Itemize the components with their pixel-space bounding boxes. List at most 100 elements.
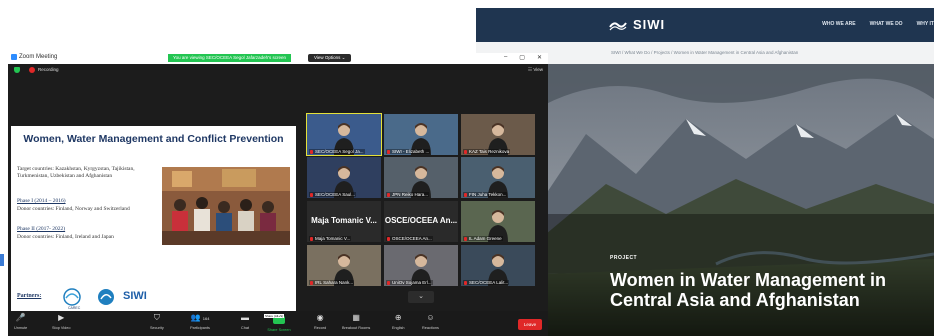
close-icon[interactable]: ✕ — [537, 54, 542, 61]
globe-icon: ⊕ — [394, 313, 402, 322]
record-button[interactable]: ◉ Record — [314, 313, 327, 331]
muted-mic-icon — [387, 192, 390, 197]
unmute-button[interactable]: 🎤 Unmute — [14, 314, 28, 331]
participant-name-label: FIN Juha Tekkon... — [463, 192, 508, 197]
participant-name: SIWI - Elizabeth ... — [392, 149, 430, 154]
participant-name-label: SIWI - Elizabeth ... — [386, 149, 431, 154]
participant-name: SEC/OCEEA Saul... — [315, 192, 356, 197]
participant-tile[interactable]: SIWI - Elizabeth ... — [384, 114, 458, 155]
leave-button[interactable]: Leave — [518, 319, 542, 330]
participant-tile[interactable]: UniOv Sojama Erl... — [384, 245, 458, 286]
language-button[interactable]: ⊕ English — [392, 313, 404, 331]
security-shield-icon[interactable] — [14, 67, 20, 73]
share-shortcut-badge: Share (Alt+S) — [264, 314, 285, 318]
participant-name-label: IRL Sahara Nank... — [309, 280, 355, 285]
participant-name: KAZ Tais Reznikova — [469, 149, 510, 154]
participant-tile[interactable]: Maja Tomanic V... Maja Tomanic V... — [307, 201, 381, 242]
participant-tile[interactable]: OSCE/OCEEA An... OSCE/OCEEA An... — [384, 201, 458, 242]
conference-photo — [162, 167, 290, 245]
muted-mic-icon — [310, 149, 313, 154]
reactions-button[interactable]: ☺ Reactions — [422, 313, 439, 331]
minimize-icon[interactable]: – — [504, 54, 507, 61]
carec-label: CAREC — [68, 306, 81, 310]
slide-phase2-donors: Donor countries: Finland, Ireland and Ja… — [17, 234, 114, 240]
participant-name-label: UniOv Sojama Erl... — [386, 280, 433, 285]
participant-name-label: Maja Tomanic V... — [309, 236, 352, 241]
participants-button[interactable]: 👥 164 Participants — [188, 314, 212, 331]
menu-what-we-do[interactable]: WHAT WE DO — [870, 21, 903, 27]
participants-count: 164 — [202, 316, 210, 321]
stop-video-button[interactable]: ▶ Stop Video — [52, 314, 71, 331]
participant-tile[interactable]: KAZ Tais Reznikova — [461, 114, 535, 155]
screen-share-banner: You are viewing SEC/OCEEA Segol Jafarzad… — [168, 54, 292, 62]
muted-mic-icon — [387, 280, 390, 285]
gallery-scroll-down-button[interactable]: ⌄ — [408, 291, 434, 303]
participant-name: IL Adam Greene — [469, 236, 502, 241]
participant-name: OSCE/OCEEA An... — [392, 236, 432, 241]
slide-phase2-heading: Phase II (2017- 2022) — [17, 226, 66, 232]
unmute-label: Unmute — [14, 326, 28, 330]
muted-mic-icon — [310, 236, 313, 241]
background-window-edge — [0, 254, 4, 266]
view-options-button[interactable]: View Options ⌄ — [308, 54, 352, 62]
participant-tile[interactable]: SEC/OCEEA Saul... — [307, 157, 381, 198]
participant-name-label: JPN Reiko Hara... — [386, 192, 430, 197]
recording-label: Recording — [38, 67, 59, 72]
hero-kicker: PROJECT — [610, 255, 638, 261]
window-title-text: Zoom Meeting — [19, 54, 58, 60]
participant-name: Maja Tomanic V... — [315, 236, 351, 241]
muted-mic-icon — [464, 192, 467, 197]
slide-siwi-logo: SIWI — [123, 290, 147, 302]
muted-mic-icon — [310, 280, 313, 285]
zoom-titlebar: Zoom Meeting You are viewing SEC/OCEEA S… — [8, 53, 548, 64]
muted-mic-icon — [464, 280, 467, 285]
view-button[interactable]: ☷ View — [528, 67, 543, 73]
participant-name-label: SEC/OCEEA Lalit... — [463, 280, 510, 285]
wave-logo-icon — [609, 21, 627, 30]
record-label: Record — [314, 326, 327, 330]
siwi-logo-text: SIWI — [633, 17, 666, 32]
desktop-collage: SIWI WHO WE ARE WHAT WE DO WHY IT SIWI /… — [0, 0, 934, 336]
slide-title: Women, Water Management and Conflict Pre… — [23, 133, 284, 145]
chat-button[interactable]: ▬ Chat — [240, 314, 250, 331]
slide-target-countries: Target countries: Kazakhstan, Kyrgyzstan… — [17, 166, 135, 179]
shield-icon: ⛉ — [153, 313, 160, 322]
participant-name: JPN Reiko Hara... — [392, 192, 429, 197]
menu-why-it[interactable]: WHY IT — [917, 21, 934, 27]
record-icon: ◉ — [316, 313, 324, 322]
siwi-navbar: SIWI WHO WE ARE WHAT WE DO WHY IT — [476, 8, 934, 42]
carec-logo-icon — [63, 288, 81, 306]
participant-tile[interactable]: IL Adam Greene — [461, 201, 535, 242]
breakout-rooms-label: Breakout Rooms — [342, 326, 371, 330]
security-button[interactable]: ⛉ Security — [150, 313, 164, 331]
participant-tile[interactable]: FIN Juha Tekkon... — [461, 157, 535, 198]
breakout-rooms-button[interactable]: ▦ Breakout Rooms — [342, 314, 371, 331]
participant-tile[interactable]: IRL Sahara Nank... — [307, 245, 381, 286]
participant-name: UniOv Sojama Erl... — [392, 280, 432, 285]
maximize-icon[interactable]: ▢ — [519, 54, 525, 61]
muted-mic-icon — [387, 149, 390, 154]
smiley-icon: ☺ — [426, 313, 435, 322]
siwi-logo[interactable]: SIWI — [609, 17, 665, 32]
slide-phase1-heading: Phase I (2014 – 2016) — [17, 198, 66, 204]
participant-tile[interactable]: SEC/OCEEA Segol Ja... — [306, 113, 382, 156]
shared-slide: Women, Water Management and Conflict Pre… — [11, 126, 296, 334]
participant-name-label: SEC/OCEEA Segol Ja... — [309, 149, 365, 154]
participant-display-name: OSCE/OCEEA An... — [384, 216, 458, 225]
participant-tile[interactable]: SEC/OCEEA Lalit... — [461, 245, 535, 286]
share-screen-button[interactable]: Share (Alt+S) Share Screen — [264, 314, 294, 334]
chat-label: Chat — [240, 326, 250, 330]
hero-title: Women in Water Management in Central Asi… — [610, 270, 887, 310]
zoom-app-icon — [11, 54, 17, 60]
reactions-label: Reactions — [422, 326, 439, 330]
participant-display-name: Maja Tomanic V... — [311, 216, 377, 225]
share-screen-label: Share Screen — [267, 328, 291, 332]
participants-label: Participants — [190, 326, 210, 330]
slide-phase1-donors: Donor countries: Finland, Norway and Swi… — [17, 206, 130, 212]
participant-tile[interactable]: JPN Reiko Hara... — [384, 157, 458, 198]
participant-name-label: SEC/OCEEA Saul... — [309, 192, 357, 197]
participant-name-label: KAZ Tais Reznikova — [463, 149, 511, 154]
menu-who-we-are[interactable]: WHO WE ARE — [822, 21, 855, 27]
participant-name: SEC/OCEEA Lalit... — [469, 280, 509, 285]
muted-mic-icon — [464, 236, 467, 241]
